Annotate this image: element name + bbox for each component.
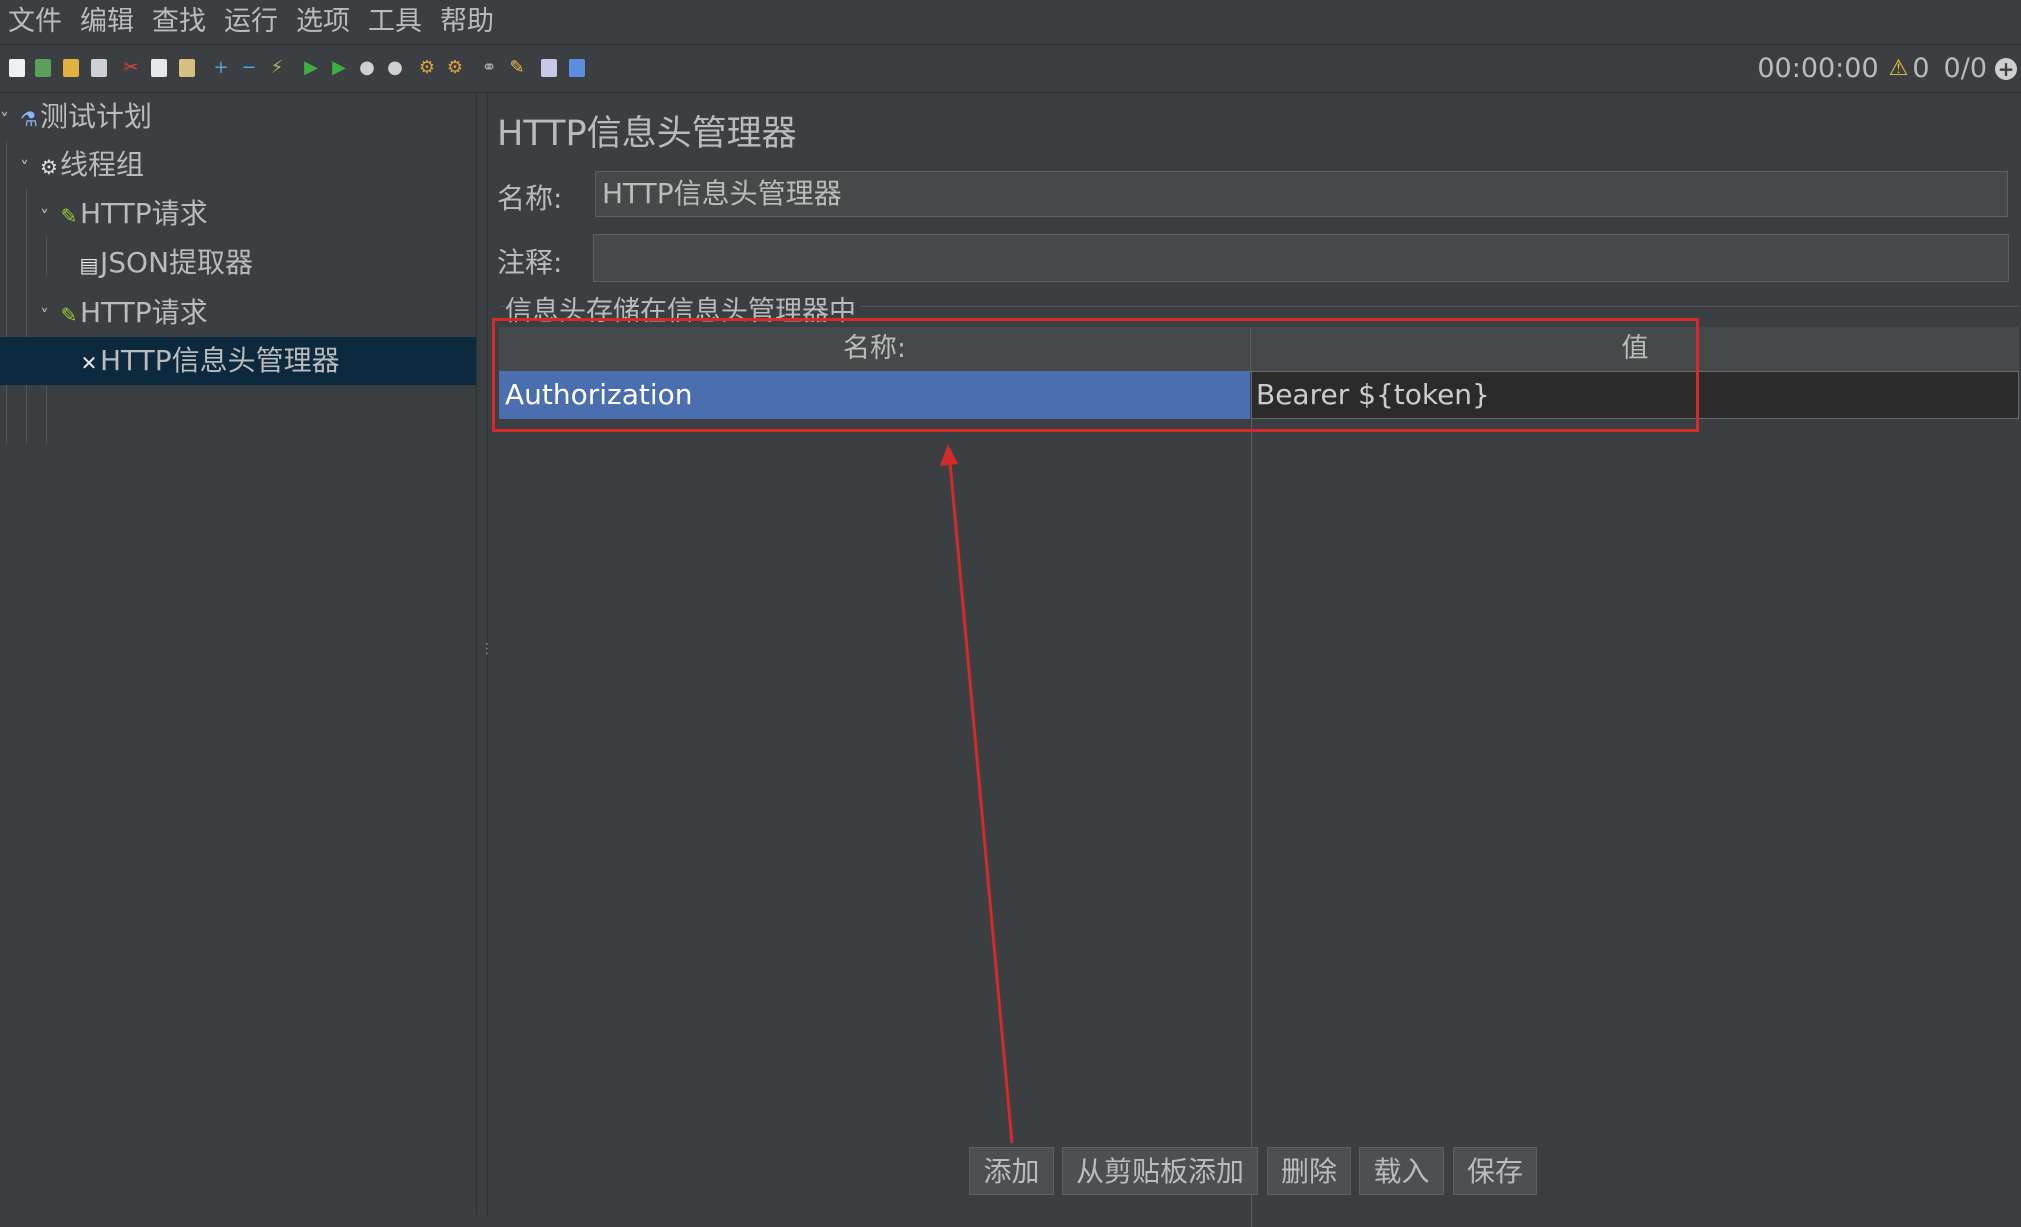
name-field[interactable]: HTTP信息头管理器: [595, 171, 2008, 217]
thread-count: 0/0: [1943, 53, 1987, 84]
pencil-icon: ✎: [60, 303, 78, 327]
toggle-icon[interactable]: ⚡: [266, 57, 288, 79]
column-header-name[interactable]: 名称:: [499, 327, 1250, 371]
collapse-icon[interactable]: −: [238, 57, 260, 79]
chevron-down-icon[interactable]: ˅: [40, 293, 58, 341]
menu-edit[interactable]: 编辑: [72, 0, 144, 44]
tree-node-label: HTTP请求: [80, 296, 208, 329]
warning-icon[interactable]: ⚠: [1889, 56, 1909, 81]
column-header-value[interactable]: 值: [1251, 327, 2019, 371]
search-icon[interactable]: ⚭: [478, 57, 500, 79]
load-button[interactable]: 载入: [1359, 1147, 1444, 1195]
tree-node-label: HTTP请求: [80, 197, 208, 230]
button-bar: 添加 从剪贴板添加 删除 载入 保存: [0, 1147, 2021, 1195]
flask-icon: ⚗: [20, 107, 38, 131]
page-title: HTTP信息头管理器: [497, 114, 797, 154]
tree-node-http-request-2[interactable]: ˅ ✎HTTP请求: [40, 289, 476, 337]
menu-bar: 文件 编辑 查找 运行 选项 工具 帮助: [0, 0, 2021, 45]
add-from-clipboard-button[interactable]: 从剪贴板添加: [1062, 1147, 1258, 1195]
menu-tools[interactable]: 工具: [360, 0, 432, 44]
chevron-down-icon[interactable]: ˅: [20, 145, 38, 193]
copy-icon[interactable]: [148, 57, 170, 79]
add-remote-icon[interactable]: +: [1995, 57, 2017, 80]
menu-file[interactable]: 文件: [0, 0, 72, 44]
tree-node-label: HTTP信息头管理器: [100, 344, 340, 377]
tree-node-label: 测试计划: [40, 100, 153, 133]
menu-run[interactable]: 运行: [216, 0, 288, 44]
paste-icon[interactable]: [176, 57, 198, 79]
save-icon[interactable]: [88, 57, 110, 79]
pencil-icon: ✎: [60, 204, 78, 228]
stop-icon[interactable]: ●: [356, 57, 378, 79]
header-name-cell[interactable]: Authorization: [499, 371, 1250, 419]
tree-node-thread-group[interactable]: ˅ ⚙线程组: [20, 141, 476, 189]
clear-icon[interactable]: ⚙: [416, 57, 438, 79]
elapsed-time: 00:00:00: [1757, 53, 1879, 84]
reset-search-icon[interactable]: ✎: [506, 57, 528, 79]
name-label: 名称:: [497, 182, 563, 215]
start-no-pause-icon[interactable]: ▶: [328, 57, 350, 79]
group-title: 信息头存储在信息头管理器中: [505, 289, 860, 328]
tools-icon: ✕: [80, 351, 98, 375]
header-value-cell[interactable]: Bearer ${token}: [1251, 371, 2019, 419]
templates-icon[interactable]: [32, 57, 54, 79]
chevron-down-icon[interactable]: ˅: [40, 194, 58, 242]
tree-node-label: JSON提取器: [100, 246, 254, 279]
document-icon: ▤: [79, 253, 99, 277]
cut-icon[interactable]: ✂: [120, 57, 142, 79]
toolbar: ✂ + − ⚡ ▶ ▶ ● ● ⚙ ⚙ ⚭ ✎: [0, 45, 2021, 93]
start-icon[interactable]: ▶: [300, 57, 322, 79]
headers-table: [499, 326, 2019, 1129]
delete-button[interactable]: 删除: [1267, 1147, 1351, 1195]
header-manager-panel: HTTP信息头管理器 名称: HTTP信息头管理器 注释: 信息头存储在信息头管…: [487, 93, 2021, 1227]
help-icon[interactable]: [566, 57, 588, 79]
table-row[interactable]: Authorization Bearer ${token}: [499, 371, 2019, 419]
test-plan-tree: ˅ ⚗测试计划 ˅ ⚙线程组 ˅ ✎HTTP请求 ▤JSON提取器 ˅ ✎HTTP请求 …: [0, 93, 476, 1215]
function-helper-icon[interactable]: [538, 57, 560, 79]
tree-node-json-extractor[interactable]: ▤JSON提取器: [78, 239, 476, 287]
header-value-text: Bearer ${token}: [1256, 378, 1490, 411]
expand-icon[interactable]: +: [210, 57, 232, 79]
tree-node-test-plan[interactable]: ˅ ⚗测试计划: [0, 93, 476, 141]
gear-icon: ⚙: [40, 155, 58, 179]
menu-search[interactable]: 查找: [144, 0, 216, 44]
menu-options[interactable]: 选项: [288, 0, 360, 44]
comment-label: 注释:: [497, 246, 563, 279]
menu-help[interactable]: 帮助: [432, 0, 504, 44]
save-button[interactable]: 保存: [1453, 1147, 1537, 1195]
open-icon[interactable]: [60, 57, 82, 79]
add-button[interactable]: 添加: [969, 1147, 1054, 1195]
warning-count: 0: [1912, 53, 1930, 84]
tree-node-label: 线程组: [60, 148, 145, 181]
shutdown-icon[interactable]: ●: [384, 57, 406, 79]
clear-all-icon[interactable]: ⚙: [444, 57, 466, 79]
new-icon[interactable]: [6, 57, 28, 79]
tree-node-header-manager[interactable]: ✕HTTP信息头管理器: [0, 337, 476, 385]
chevron-down-icon[interactable]: ˅: [0, 97, 18, 145]
comment-field[interactable]: [593, 234, 2009, 282]
tree-node-http-request-1[interactable]: ˅ ✎HTTP请求: [40, 190, 476, 238]
status-area: 00:00:00 ⚠ 0 0/0 +: [1757, 45, 2021, 92]
table-header: 名称: 值: [499, 327, 2019, 372]
